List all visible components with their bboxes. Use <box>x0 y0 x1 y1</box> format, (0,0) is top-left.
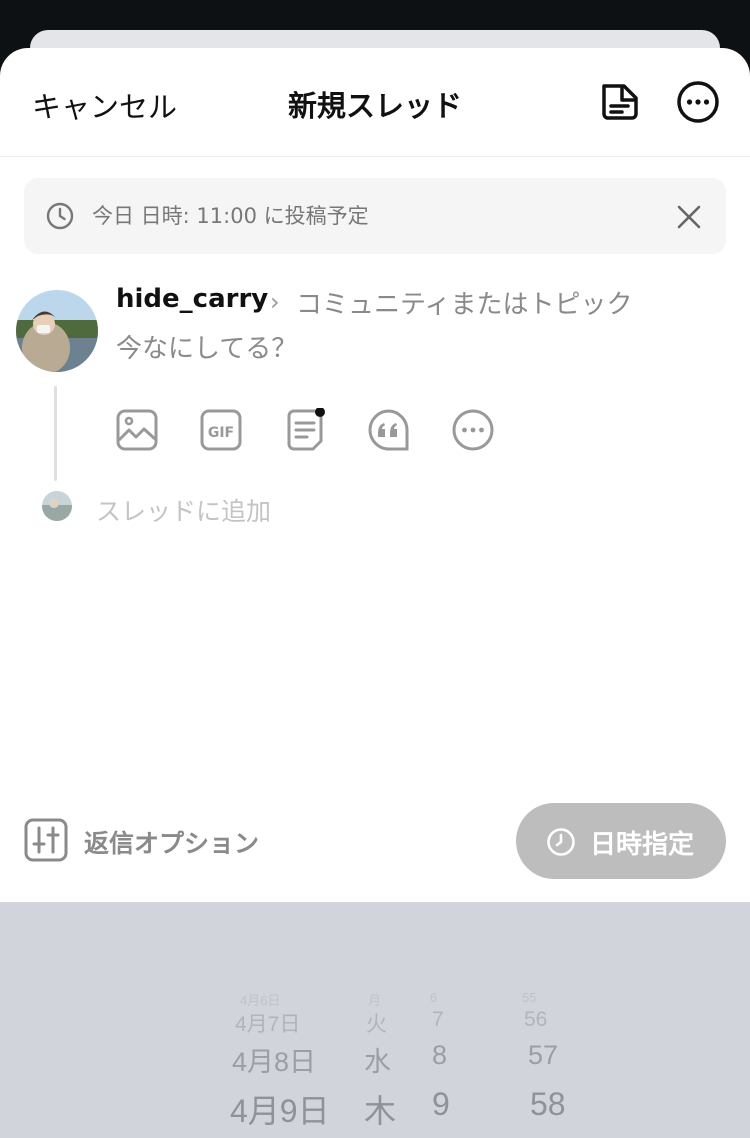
scheduled-post-banner: 今日 日時: 11:00 に投稿予定 <box>24 178 726 254</box>
new-thread-sheet: キャンセル 新規スレッド 今日 日時: 11:00 に投稿予定 hide_car… <box>0 48 750 908</box>
image-icon[interactable] <box>115 408 159 452</box>
thread-connector-line <box>54 386 57 481</box>
picker-minute[interactable]: 57 <box>528 1040 558 1071</box>
picker-hour[interactable]: 7 <box>432 1008 444 1032</box>
picker-minute[interactable]: 58 <box>530 1086 566 1123</box>
sliders-icon[interactable] <box>24 818 68 862</box>
picker-date[interactable]: 4月9日 <box>230 1086 330 1132</box>
thread-text-input[interactable]: 今なにしてる？ <box>116 328 297 365</box>
scheduled-time-text: 今日 日時: 11:00 に投稿予定 <box>92 204 369 228</box>
small-avatar <box>42 491 72 521</box>
schedule-button[interactable]: 日時指定 <box>516 803 726 879</box>
date-time-picker[interactable]: 4月6日 月 6 55 4月7日 火 7 56 4月8日 水 8 57 4月9日… <box>0 902 750 1138</box>
picker-weekday[interactable]: 水 <box>364 1040 391 1079</box>
close-icon[interactable] <box>676 204 702 230</box>
community-topic-selector[interactable]: コミュニティまたはトピック <box>296 284 632 321</box>
document-icon[interactable] <box>283 408 327 452</box>
more-options-icon[interactable] <box>676 80 720 124</box>
quote-icon[interactable] <box>367 408 411 452</box>
picker-hour[interactable]: 9 <box>432 1086 450 1123</box>
picker-date[interactable]: 4月7日 <box>235 1008 300 1038</box>
reply-options-button[interactable]: 返信オプション <box>84 824 259 860</box>
gif-label: GIF <box>208 425 234 441</box>
picker-minute[interactable]: 55 <box>522 990 536 1005</box>
picker-minute[interactable]: 56 <box>524 1008 547 1032</box>
picker-weekday[interactable]: 火 <box>366 1008 387 1038</box>
notification-dot <box>315 408 325 417</box>
chevron-right-icon: › <box>270 288 280 316</box>
gif-icon[interactable]: GIF <box>199 408 243 452</box>
schedule-button-label: 日時指定 <box>590 830 695 860</box>
clock-icon <box>46 202 74 230</box>
picker-hour[interactable]: 8 <box>432 1040 447 1071</box>
avatar <box>16 290 98 372</box>
picker-hour[interactable]: 6 <box>430 990 437 1005</box>
add-to-thread-button[interactable]: スレッドに追加 <box>96 492 271 528</box>
picker-weekday[interactable]: 木 <box>364 1086 396 1132</box>
sheet-header: キャンセル 新規スレッド <box>0 48 750 157</box>
picker-weekday[interactable]: 月 <box>368 990 381 1009</box>
drafts-icon[interactable] <box>598 80 642 124</box>
picker-date[interactable]: 4月6日 <box>240 990 280 1009</box>
more-icon[interactable] <box>451 408 495 452</box>
clock-icon <box>547 828 575 856</box>
picker-date[interactable]: 4月8日 <box>232 1040 316 1079</box>
username: hide_carry <box>116 284 269 314</box>
